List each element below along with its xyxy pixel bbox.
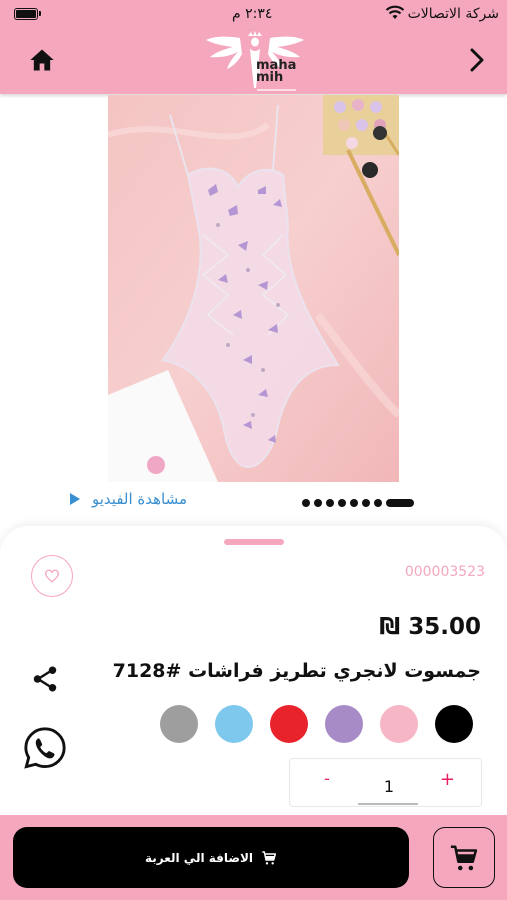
pagination-dot[interactable] xyxy=(314,499,322,507)
app-header: maha mih xyxy=(0,30,507,94)
quantity-value[interactable]: 1 xyxy=(374,777,404,796)
color-swatches xyxy=(160,705,473,743)
gallery-pagination xyxy=(302,499,414,507)
pagination-dot[interactable] xyxy=(326,499,334,507)
share-icon[interactable] xyxy=(30,664,60,694)
wifi-icon xyxy=(385,5,405,19)
product-sku: 000003523 xyxy=(404,564,485,580)
battery-icon xyxy=(14,8,38,20)
color-swatch[interactable] xyxy=(270,705,308,743)
whatsapp-icon[interactable] xyxy=(22,725,68,771)
product-price: 35.00 ₪ xyxy=(379,614,481,640)
pagination-dot[interactable] xyxy=(374,499,382,507)
home-icon[interactable] xyxy=(28,46,56,74)
quantity-decrease-button[interactable]: - xyxy=(324,769,330,788)
cart-icon xyxy=(262,850,277,865)
favorite-button[interactable] xyxy=(31,555,73,597)
pagination-dot[interactable] xyxy=(350,499,358,507)
product-image[interactable] xyxy=(108,95,399,482)
cart-icon xyxy=(450,845,478,870)
color-swatch[interactable] xyxy=(160,705,198,743)
video-link-label: مشاهدة الفيديو xyxy=(92,490,188,508)
cart-button[interactable] xyxy=(433,827,495,888)
pagination-dot-active[interactable] xyxy=(386,499,414,507)
color-swatch[interactable] xyxy=(325,705,363,743)
product-title: جمسوت لانجري تطريز فراشات #7128 xyxy=(112,660,481,682)
color-swatch[interactable] xyxy=(380,705,418,743)
quantity-stepper: - 1 + xyxy=(289,758,482,807)
pagination-dot[interactable] xyxy=(302,499,310,507)
color-swatch[interactable] xyxy=(215,705,253,743)
pagination-dot[interactable] xyxy=(338,499,346,507)
chevron-right-icon[interactable] xyxy=(465,46,489,74)
color-swatch[interactable] xyxy=(435,705,473,743)
status-carrier: شركة الاتصالات xyxy=(407,6,499,22)
heart-icon xyxy=(44,569,60,583)
add-to-cart-label: الاضافة الي العربة xyxy=(144,850,254,865)
watch-video-link[interactable]: مشاهدة الفيديو xyxy=(70,490,187,508)
brand-logo-text: maha mih xyxy=(256,58,297,85)
add-to-cart-button[interactable]: الاضافة الي العربة xyxy=(13,827,409,888)
status-bar: ٢:٣٤ م شركة الاتصالات xyxy=(0,0,507,30)
play-icon xyxy=(70,493,80,505)
status-time: ٢:٣٤ م xyxy=(232,6,273,22)
sheet-drag-handle[interactable] xyxy=(224,539,284,545)
pagination-dot[interactable] xyxy=(362,499,370,507)
quantity-increase-button[interactable]: + xyxy=(440,769,455,790)
